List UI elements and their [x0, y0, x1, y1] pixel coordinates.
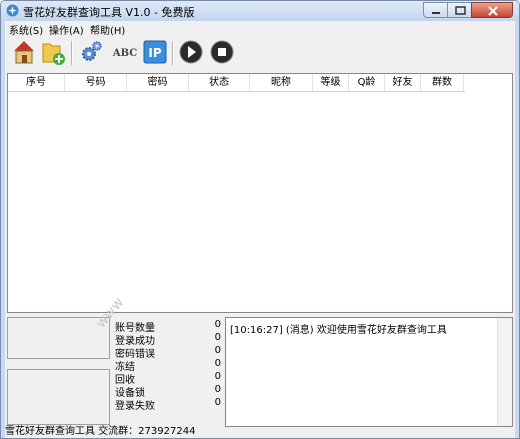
column-header-status[interactable]: 状态 — [189, 74, 250, 91]
stat-value-recycled: 0 — [214, 371, 221, 382]
bottom-section: 账号数量 0 登录成功 0 密码错误 0 冻结 0 回收 0 设备锁 0 登录失… — [7, 317, 513, 427]
svg-text:ABC: ABC — [112, 48, 137, 59]
add-folder-icon — [42, 43, 65, 65]
column-header-nickname[interactable]: 昵称 — [250, 74, 313, 91]
client-area: 系统(S) 操作(A) 帮助(H) ABC IP 序号 号码 密码 状态 昵称 … — [5, 21, 515, 438]
log-scrollbar[interactable] — [497, 318, 512, 426]
stat-value-login-success: 0 — [214, 332, 221, 343]
toolbar-separator — [172, 41, 174, 65]
add-account-button[interactable] — [40, 38, 66, 66]
maximize-icon — [455, 6, 466, 15]
abc-icon: ABC — [112, 48, 137, 59]
app-icon — [6, 4, 19, 17]
stat-value-frozen: 0 — [214, 358, 221, 369]
column-header-q-age[interactable]: Q龄 — [349, 74, 385, 91]
minimize-icon — [432, 12, 440, 14]
table-header: 序号 号码 密码 状态 昵称 等级 Q龄 好友 群数 — [8, 74, 512, 92]
home-button[interactable] — [11, 38, 37, 66]
info-panel-top — [7, 317, 110, 359]
close-icon — [488, 6, 498, 16]
account-table[interactable]: 序号 号码 密码 状态 昵称 等级 Q龄 好友 群数 — [7, 73, 513, 313]
menu-system[interactable]: 系统(S) — [9, 22, 43, 37]
minimize-button[interactable] — [423, 2, 448, 18]
log-box[interactable]: [10:16:27] (消息) 欢迎使用雪花好友群查询工具 — [225, 317, 513, 427]
log-line: [10:16:27] (消息) 欢迎使用雪花好友群查询工具 — [230, 325, 447, 336]
stat-value-device-lock: 0 — [214, 384, 221, 395]
column-header-number[interactable]: 号码 — [65, 74, 127, 91]
stat-value-login-failed: 0 — [214, 397, 221, 408]
stop-button[interactable] — [209, 38, 235, 66]
app-window: 雪花好友群查询工具 V1.0 - 免费版 系统(S) 操作(A) 帮助(H) A… — [0, 0, 520, 439]
home-icon — [14, 41, 34, 64]
ip-button[interactable]: IP — [142, 38, 168, 66]
svg-text:IP: IP — [148, 46, 161, 60]
ip-icon: IP — [143, 40, 167, 64]
toolbar-separator — [71, 41, 73, 65]
menu-bar: 系统(S) 操作(A) 帮助(H) — [5, 21, 515, 37]
column-header-index[interactable]: 序号 — [8, 74, 65, 91]
stat-label-login-failed: 登录失败 — [115, 401, 155, 412]
gears-icon — [82, 41, 102, 61]
menu-help[interactable]: 帮助(H) — [90, 22, 125, 37]
window-title: 雪花好友群查询工具 V1.0 - 免费版 — [23, 6, 195, 19]
column-header-password[interactable]: 密码 — [127, 74, 189, 91]
table-empty-area — [465, 74, 512, 312]
menu-action[interactable]: 操作(A) — [49, 22, 84, 37]
start-button[interactable] — [178, 38, 204, 66]
title-bar[interactable]: 雪花好友群查询工具 V1.0 - 免费版 — [1, 1, 519, 21]
play-icon — [179, 40, 203, 64]
column-header-level[interactable]: 等级 — [313, 74, 349, 91]
abc-button[interactable]: ABC — [111, 38, 139, 66]
column-header-groups[interactable]: 群数 — [421, 74, 464, 91]
status-bar: 雪花好友群查询工具 交流群：273927244 — [5, 426, 196, 437]
info-panel-bottom — [7, 369, 110, 425]
maximize-button[interactable] — [447, 2, 472, 18]
stop-icon — [210, 40, 234, 64]
stat-value-account-count: 0 — [214, 319, 221, 330]
close-button[interactable] — [471, 2, 513, 18]
toolbar: ABC IP — [5, 38, 515, 68]
stat-value-password-error: 0 — [214, 345, 221, 356]
column-header-friends[interactable]: 好友 — [385, 74, 421, 91]
settings-button[interactable] — [79, 38, 105, 66]
